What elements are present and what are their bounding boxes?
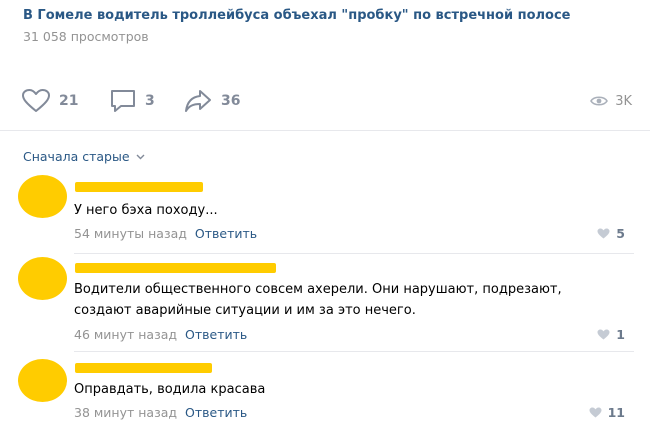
comment-text-line-1: Водители общественного совсем ахерели. О… [74,282,562,297]
sort-label: Сначала старые [23,149,130,164]
share-arrow-icon [185,90,211,112]
divider [74,253,634,254]
view-count: 31 058 просмотров [23,29,149,44]
eye-icon [590,96,609,106]
comment-icon [111,90,135,112]
heart-icon [22,89,50,112]
seen-count: 3K [615,93,632,109]
avatar[interactable] [18,175,67,218]
reply-link[interactable]: Ответить [185,327,247,342]
comment-time[interactable]: 38 минут назад [74,405,177,420]
comment-count: 3 [145,93,155,109]
divider [74,351,634,352]
avatar[interactable] [18,359,67,402]
sort-dropdown[interactable]: Сначала старые [23,149,145,164]
chevron-down-icon [136,154,145,159]
author-name-redacted[interactable] [75,182,203,192]
comment-meta: 54 минуты назад Ответить [74,226,257,241]
comment-like-count: 1 [616,327,625,342]
heart-icon [589,407,602,418]
share-count: 36 [221,93,241,109]
comment-like-button[interactable]: 1 [597,327,625,342]
comment-like-button[interactable]: 5 [597,226,625,241]
comment-meta: 38 минут назад Ответить [74,405,247,420]
comment-text-line-2: создают аварийные ситуации и им за это н… [74,303,416,318]
reply-link[interactable]: Ответить [185,405,247,420]
comment-text: Оправдать, водила красава [74,382,266,397]
comment-button[interactable]: 3 [110,88,155,114]
comment-time[interactable]: 46 минут назад [74,327,177,342]
avatar[interactable] [18,257,67,300]
author-name-redacted[interactable] [75,263,276,273]
like-count: 21 [59,93,79,109]
comment-like-count: 11 [607,405,625,420]
like-button[interactable]: 21 [22,88,78,114]
comment-text: У него бэха походу... [74,203,218,218]
divider [0,130,650,131]
heart-icon [597,228,610,239]
post-title[interactable]: В Гомеле водитель троллейбуса объехал "п… [23,8,571,23]
author-name-redacted[interactable] [75,363,212,373]
share-button[interactable]: 36 [184,88,240,114]
comment-time[interactable]: 54 минуты назад [74,226,187,241]
heart-icon [597,329,610,340]
comment-like-button[interactable]: 11 [589,405,625,420]
comment-like-count: 5 [616,226,625,241]
post-actions-bar: 21 3 36 3K [22,88,632,114]
reply-link[interactable]: Ответить [195,226,257,241]
comment-meta: 46 минут назад Ответить [74,327,247,342]
views-indicator: 3K [590,88,632,114]
